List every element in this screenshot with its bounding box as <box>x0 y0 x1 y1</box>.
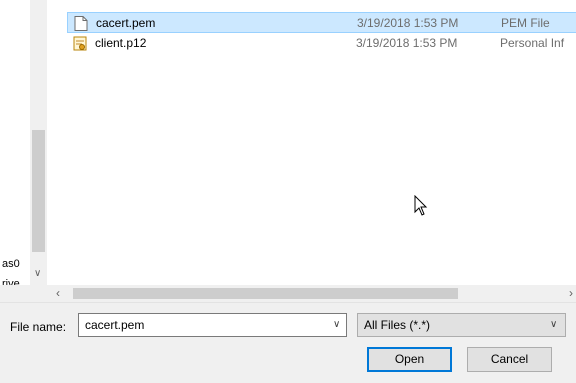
file-name-combobox[interactable]: cacert.pem ∨ <box>78 313 347 337</box>
file-name-input[interactable]: cacert.pem <box>85 318 144 332</box>
horizontal-scrollbar[interactable]: ‹ › <box>47 285 576 302</box>
navigation-pane[interactable]: as0 rive <box>0 0 30 285</box>
file-date-modified: 3/19/2018 1:53 PM <box>356 36 458 50</box>
file-date-modified: 3/19/2018 1:53 PM <box>357 16 459 30</box>
nav-scroll-down-arrow-icon[interactable]: ∨ <box>34 268 41 279</box>
file-type: PEM File <box>501 16 550 30</box>
cancel-button[interactable]: Cancel <box>467 347 552 372</box>
file-row[interactable]: client.p12 3/19/2018 1:53 PM Personal In… <box>67 33 576 54</box>
nav-pane-vertical-scrollbar[interactable]: ∨ <box>30 0 47 285</box>
file-type-select[interactable]: All Files (*.*) ∨ <box>357 313 566 337</box>
file-type: Personal Inf <box>500 36 565 50</box>
footer-divider <box>0 302 576 303</box>
nav-item-drive[interactable]: as0 <box>2 258 20 270</box>
horizontal-scroll-thumb[interactable] <box>73 288 458 299</box>
mouse-cursor-icon <box>414 195 428 216</box>
file-name: client.p12 <box>95 36 147 50</box>
open-button[interactable]: Open <box>367 347 452 372</box>
document-icon <box>74 16 88 31</box>
scroll-right-arrow-icon[interactable]: › <box>569 286 573 300</box>
chevron-down-icon[interactable]: ∨ <box>550 319 557 330</box>
nav-pane-scroll-thumb[interactable] <box>32 130 45 252</box>
file-name: cacert.pem <box>96 16 156 30</box>
file-type-value: All Files (*.*) <box>364 318 431 332</box>
certificate-icon <box>73 36 87 51</box>
file-name-label: File name: <box>10 320 67 334</box>
file-list[interactable]: cacert.pem 3/19/2018 1:53 PM PEM File cl… <box>47 0 576 285</box>
file-row[interactable]: cacert.pem 3/19/2018 1:53 PM PEM File <box>67 12 576 33</box>
scroll-left-arrow-icon[interactable]: ‹ <box>56 286 60 300</box>
nav-item-drive-2[interactable]: rive <box>2 278 20 285</box>
chevron-down-icon[interactable]: ∨ <box>333 319 340 330</box>
